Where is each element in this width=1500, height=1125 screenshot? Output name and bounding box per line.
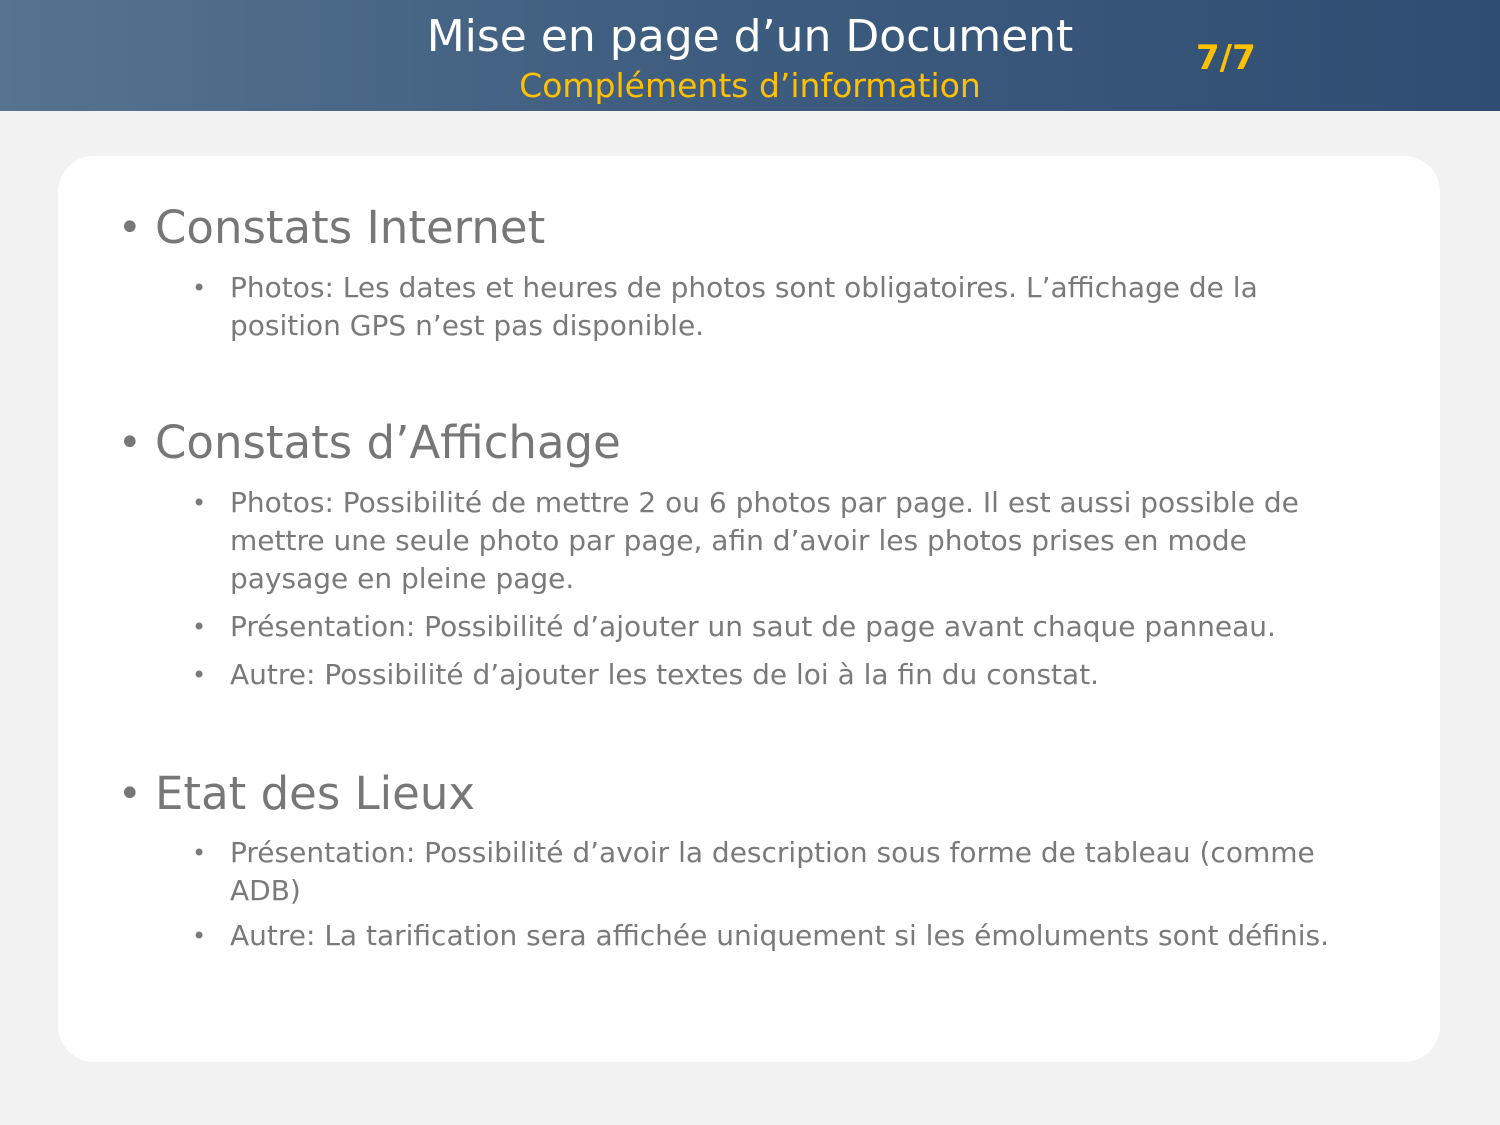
- bullet-icon: •: [192, 274, 207, 302]
- slide-subtitle: Compléments d’information: [519, 66, 981, 105]
- list-item-text: Photos: Possibilité de mettre 2 ou 6 pho…: [230, 486, 1299, 595]
- content-card: • Constats Internet • Photos: Les dates …: [58, 156, 1440, 1062]
- bullet-icon: •: [192, 661, 207, 689]
- bullet-icon: •: [192, 839, 207, 867]
- list-item-text: Présentation: Possibilité d’ajouter un s…: [230, 610, 1276, 643]
- slide-title: Mise en page d’un Document: [426, 11, 1074, 62]
- bullet-icon: •: [118, 771, 142, 817]
- list-item-text: Photos: Les dates et heures de photos so…: [230, 271, 1258, 342]
- section-heading: Etat des Lieux: [155, 767, 476, 820]
- bullet-icon: •: [192, 489, 207, 517]
- bullet-icon: •: [118, 420, 142, 466]
- section-heading: Constats d’Affichage: [155, 416, 621, 469]
- bullet-icon: •: [192, 613, 207, 641]
- list-item: • Autre: La tarification sera affichée u…: [192, 917, 1370, 955]
- list-item-text: Autre: La tarification sera affichée uni…: [230, 919, 1330, 952]
- list-item-text: Présentation: Possibilité d’avoir la des…: [230, 836, 1315, 907]
- slide-header: Mise en page d’un Document Compléments d…: [0, 0, 1500, 111]
- list-item: • Présentation: Possibilité d’avoir la d…: [192, 834, 1370, 910]
- bullet-icon: •: [192, 922, 207, 950]
- list-item: • Autre: Possibilité d’ajouter les texte…: [192, 656, 1370, 694]
- list-item: • Photos: Possibilité de mettre 2 ou 6 p…: [192, 484, 1370, 598]
- section-items: • Photos: Les dates et heures de photos …: [58, 269, 1440, 345]
- section-items: • Présentation: Possibilité d’avoir la d…: [58, 834, 1440, 955]
- page-number: 7/7: [1196, 38, 1256, 78]
- list-item: • Photos: Les dates et heures de photos …: [192, 269, 1370, 345]
- bullet-icon: •: [118, 205, 142, 251]
- list-item-text: Autre: Possibilité d’ajouter les textes …: [230, 658, 1100, 691]
- section-heading: Constats Internet: [155, 201, 546, 254]
- section-items: • Photos: Possibilité de mettre 2 ou 6 p…: [58, 484, 1440, 694]
- list-item: • Présentation: Possibilité d’ajouter un…: [192, 608, 1370, 646]
